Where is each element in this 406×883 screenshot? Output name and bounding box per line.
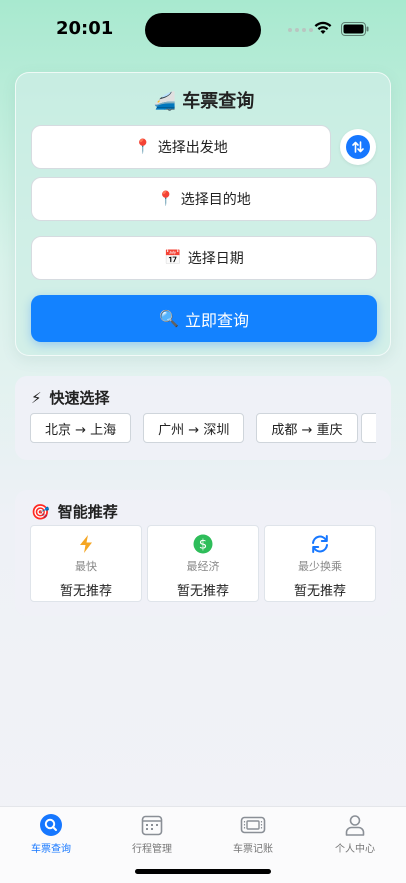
quick-select-card: ⚡ 快速选择 北京 → 上海 广州 → 深圳 成都 → 重庆 <box>15 376 391 460</box>
tab-label: 个人中心 <box>335 844 375 855</box>
smart-recommend-card: 🎯 智能推荐 最快 暂无推荐 $ 最经济 暂无推荐 最少换乘 暂无推荐 <box>15 490 391 616</box>
lightning-emoji-icon: ⚡ <box>31 388 42 407</box>
tab-profile[interactable]: 个人中心 <box>320 813 390 855</box>
lightning-icon <box>80 535 92 553</box>
svg-text:$: $ <box>199 538 207 553</box>
tab-ticket-search[interactable]: 车票查询 <box>16 813 86 855</box>
quick-route-chip[interactable]: 广州 → 深圳 <box>143 413 245 443</box>
battery-icon <box>341 22 369 36</box>
date-field[interactable]: 📅 选择日期 <box>31 236 377 280</box>
home-indicator <box>135 869 271 874</box>
status-bar: 20:01 <box>0 0 406 58</box>
train-icon: 🚄 <box>153 91 177 112</box>
recommend-title-text: 智能推荐 <box>57 503 118 521</box>
recommend-value: 暂无推荐 <box>176 584 229 599</box>
calendar-icon: 📅 <box>164 250 182 266</box>
tab-label: 车票查询 <box>31 844 71 855</box>
recommend-value: 暂无推荐 <box>59 584 112 599</box>
destination-field[interactable]: 📍 选择目的地 <box>31 177 377 221</box>
departure-placeholder: 选择出发地 <box>157 140 228 156</box>
recommend-label: 最经济 <box>186 560 220 573</box>
status-time: 20:01 <box>56 18 114 39</box>
tab-ticket-ledger[interactable]: 车票记账 <box>218 813 288 855</box>
magnifier-icon: 🔍 <box>159 309 179 328</box>
recommend-fewest-transfers[interactable]: 最少换乘 暂无推荐 <box>264 525 376 602</box>
quick-route-list: 北京 → 上海 广州 → 深圳 成都 → 重庆 <box>30 413 358 443</box>
pin-icon: 📍 <box>134 139 152 155</box>
recommend-value: 暂无推荐 <box>293 584 346 599</box>
dynamic-island <box>145 13 261 47</box>
destination-placeholder: 选择目的地 <box>180 192 251 208</box>
recommend-cheapest[interactable]: $ 最经济 暂无推荐 <box>147 525 259 602</box>
recommend-fastest[interactable]: 最快 暂无推荐 <box>30 525 142 602</box>
search-title-text: 车票查询 <box>182 91 255 112</box>
swap-stations-button[interactable] <box>340 129 376 165</box>
quick-route-chip-partial[interactable] <box>361 413 376 443</box>
quick-route-chip[interactable]: 成都 → 重庆 <box>256 413 358 443</box>
wifi-icon <box>314 21 332 34</box>
query-button-label: 立即查询 <box>184 310 249 330</box>
target-icon: 🎯 <box>31 502 50 521</box>
dollar-icon: $ <box>193 534 213 554</box>
ticket-search-card: 🚄 车票查询 📍 选择出发地 📍 选择目的地 📅 选择日期 🔍 立即查询 <box>15 72 391 356</box>
tab-trip-manage[interactable]: 行程管理 <box>117 813 187 855</box>
query-button[interactable]: 🔍 立即查询 <box>31 295 377 342</box>
refresh-icon <box>312 535 328 553</box>
recommend-title: 🎯 智能推荐 <box>31 501 118 522</box>
signal-dots-icon <box>288 28 313 32</box>
ticket-icon <box>240 816 266 834</box>
recommend-label: 最少换乘 <box>298 560 342 573</box>
recommend-label: 最快 <box>75 560 97 573</box>
swap-arrows-icon <box>352 141 364 153</box>
quick-route-chip[interactable]: 北京 → 上海 <box>30 413 132 443</box>
departure-field[interactable]: 📍 选择出发地 <box>31 125 331 169</box>
tab-label: 行程管理 <box>132 844 172 855</box>
recommend-list: 最快 暂无推荐 $ 最经济 暂无推荐 最少换乘 暂无推荐 <box>30 525 376 602</box>
person-icon <box>345 815 365 836</box>
tab-label: 车票记账 <box>233 844 273 855</box>
quick-select-title: ⚡ 快速选择 <box>31 387 110 408</box>
search-icon <box>40 814 62 836</box>
date-placeholder: 选择日期 <box>187 251 244 267</box>
quick-select-title-text: 快速选择 <box>49 389 110 407</box>
calendar-icon <box>141 815 163 836</box>
search-card-title: 🚄 车票查询 <box>16 87 392 113</box>
pin-icon: 📍 <box>157 191 175 207</box>
